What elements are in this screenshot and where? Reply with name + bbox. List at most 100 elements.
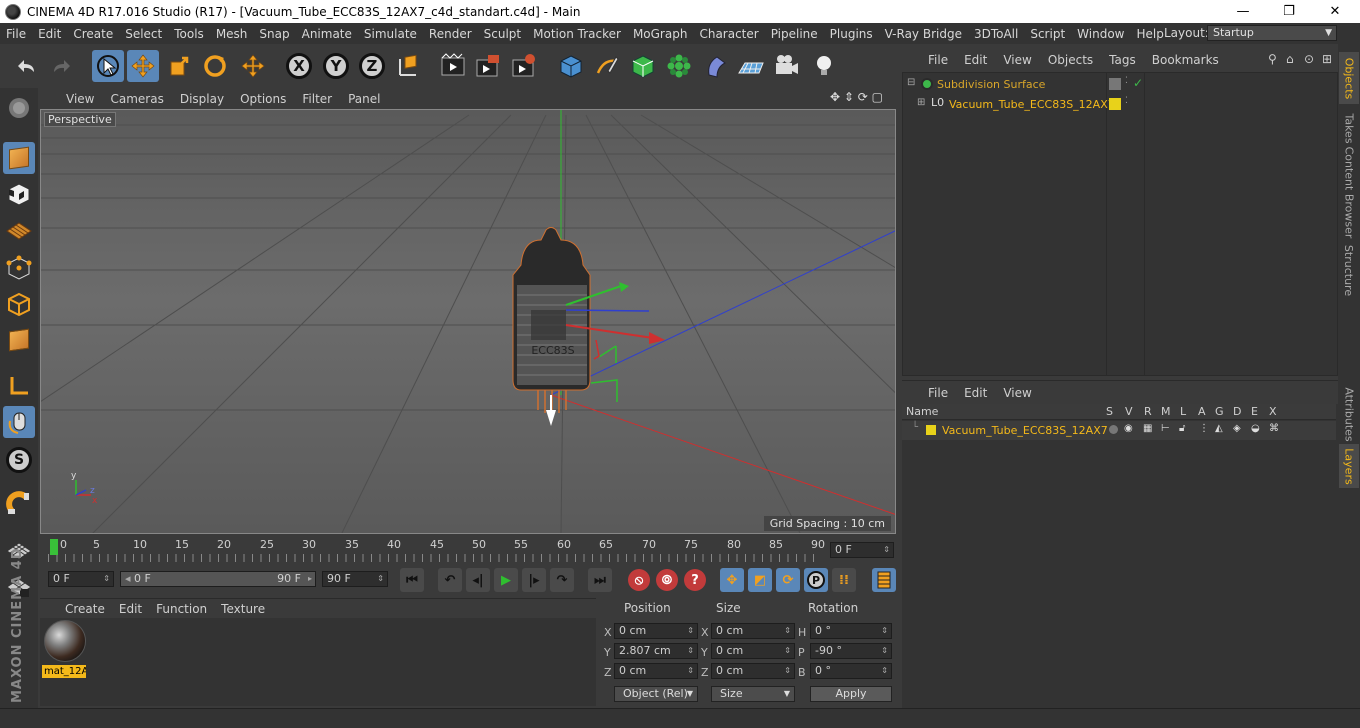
apply-button[interactable]: Apply	[810, 686, 892, 702]
object-menu-tags[interactable]: Tags	[1101, 53, 1144, 67]
object-row[interactable]: ⊟ Subdivision Surface ⁚ ✓	[903, 75, 1337, 94]
tab-layers[interactable]: Layers	[1339, 444, 1359, 488]
frame-range-slider[interactable]: ◂ 0 F 90 F ▸	[120, 571, 316, 587]
new-window-icon[interactable]: ⊞	[1322, 52, 1332, 66]
layer-col-name[interactable]: Name	[906, 405, 938, 418]
layout-select[interactable]: Startup ▼	[1207, 25, 1337, 41]
position-z-field[interactable]: 0 cm ⇕	[614, 663, 698, 679]
lock-icon[interactable]: 🔓︎	[1179, 423, 1185, 434]
layer-color-swatch[interactable]	[1109, 98, 1121, 110]
model-mode-icon[interactable]	[3, 142, 35, 174]
polygons-mode-icon[interactable]	[3, 324, 35, 356]
menu-create[interactable]: Create	[67, 27, 119, 41]
enabled-check-icon[interactable]: ✓	[1133, 76, 1143, 90]
menu-tools[interactable]: Tools	[168, 27, 210, 41]
make-editable-icon[interactable]	[3, 92, 35, 124]
size-y-field[interactable]: 0 cm ⇕	[711, 643, 795, 659]
z-axis-lock-button[interactable]: Z	[356, 50, 388, 82]
viewport-menu-filter[interactable]: Filter	[294, 92, 340, 106]
menu-edit[interactable]: Edit	[32, 27, 67, 41]
record-position-icon[interactable]: ✥	[720, 568, 744, 592]
viewport-navigation-icons[interactable]: ✥ ⇕ ⟳ ▢	[830, 90, 883, 104]
menu-mograph[interactable]: MoGraph	[627, 27, 694, 41]
axis-mode-icon[interactable]	[3, 370, 35, 402]
scale-tool-icon[interactable]	[163, 50, 195, 82]
menu-animate[interactable]: Animate	[296, 27, 358, 41]
object-name-vacuum-tube[interactable]: Vacuum_Tube_ECC83S_12AX7	[949, 98, 1115, 111]
perspective-viewport[interactable]: ECC83S y x z Perspective Grid Spacing: …	[40, 109, 896, 534]
spinner-icon[interactable]: ⇕	[881, 644, 888, 658]
menu-motion-tracker[interactable]: Motion Tracker	[527, 27, 627, 41]
cube-object-icon[interactable]	[555, 50, 587, 82]
playhead-marker[interactable]	[50, 539, 58, 555]
record-keys-icon[interactable]: ⦸	[628, 569, 650, 591]
layer-col-xref[interactable]: X	[1269, 405, 1277, 418]
timeline-window-icon[interactable]	[872, 568, 896, 592]
viewport-menu-panel[interactable]: Panel	[340, 92, 388, 106]
magnet-snap-icon[interactable]	[3, 488, 35, 520]
keyframe-selection-icon[interactable]: ?	[684, 569, 706, 591]
start-frame-field[interactable]: 0 F ⇕	[48, 571, 114, 587]
object-row[interactable]: ⊞ L0 Vacuum_Tube_ECC83S_12AX7 ⁚	[903, 95, 1337, 114]
tab-takes[interactable]: Takes	[1339, 108, 1359, 148]
redo-icon[interactable]	[46, 50, 78, 82]
layer-col-render[interactable]: R	[1144, 405, 1152, 418]
layer-name[interactable]: Vacuum_Tube_ECC83S_12AX7	[942, 424, 1108, 437]
expression-icon[interactable]: ◒	[1251, 423, 1260, 434]
cloner-mograph-icon[interactable]	[663, 50, 695, 82]
previous-keyframe-icon[interactable]: ↶	[438, 568, 462, 592]
render-to-picture-viewer-icon[interactable]	[472, 50, 504, 82]
search-icon[interactable]: ⚲	[1268, 52, 1277, 66]
workplane-mode-icon[interactable]	[3, 214, 35, 246]
spinner-icon[interactable]: ⇕	[103, 572, 110, 586]
menu-simulate[interactable]: Simulate	[358, 27, 423, 41]
size-mode-select[interactable]: Size ▼	[711, 686, 795, 702]
spinner-icon[interactable]: ⇕	[687, 644, 694, 658]
layer-col-view[interactable]: V	[1125, 405, 1133, 418]
deformer-icon[interactable]: ◈	[1233, 423, 1241, 434]
object-menu-view[interactable]: View	[995, 53, 1039, 67]
camera-object-icon[interactable]	[771, 50, 803, 82]
spinner-icon[interactable]: ⇕	[687, 664, 694, 678]
coordinate-system-icon[interactable]	[392, 50, 424, 82]
tab-attributes[interactable]: Attributes	[1339, 382, 1359, 446]
collapse-icon[interactable]: ⊟	[907, 77, 915, 88]
menu-snap[interactable]: Snap	[253, 27, 295, 41]
home-icon[interactable]: ⌂	[1286, 52, 1294, 66]
spinner-icon[interactable]: ⇕	[881, 664, 888, 678]
menu-pipeline[interactable]: Pipeline	[765, 27, 824, 41]
spinner-icon[interactable]: ⇕	[784, 624, 791, 638]
generator-icon[interactable]: ◭	[1215, 423, 1223, 434]
spinner-icon[interactable]: ⇕	[687, 624, 694, 638]
eye-icon[interactable]: ◉	[1124, 423, 1133, 434]
live-selection-icon[interactable]	[92, 50, 124, 82]
expand-icon[interactable]: ⊞	[917, 97, 925, 108]
layer-col-manager[interactable]: M	[1161, 405, 1171, 418]
tab-structure[interactable]: Structure	[1339, 242, 1359, 298]
timeline-ruler[interactable]: 0 5 10 15 20 25 30 35 40 45 50 55 60 65 …	[40, 536, 896, 566]
render-view-icon[interactable]	[437, 50, 469, 82]
object-name-subdivision-surface[interactable]: Subdivision Surface	[937, 78, 1045, 91]
go-to-start-icon[interactable]: ⏮	[400, 568, 424, 592]
spinner-icon[interactable]: ⇕	[883, 543, 890, 557]
rotation-p-field[interactable]: -90 ° ⇕	[810, 643, 892, 659]
spinner-icon[interactable]: ⇕	[881, 624, 888, 638]
manager-icon[interactable]: ⊢	[1161, 423, 1170, 434]
viewport-menu-display[interactable]: Display	[172, 92, 232, 106]
coordinate-mode-select[interactable]: Object (Rel) ▼	[614, 686, 698, 702]
play-forward-icon[interactable]: ▶	[494, 568, 518, 592]
menu-window[interactable]: Window	[1071, 27, 1130, 41]
minimize-button[interactable]: —	[1220, 0, 1266, 23]
layer-col-locked[interactable]: L	[1180, 405, 1186, 418]
menu-file[interactable]: File	[0, 27, 32, 41]
pen-spline-icon[interactable]	[591, 50, 623, 82]
layer-col-generators[interactable]: G	[1215, 405, 1224, 418]
layer-col-animation[interactable]: A	[1198, 405, 1206, 418]
go-to-end-icon[interactable]: ⏭	[588, 568, 612, 592]
next-keyframe-icon[interactable]: ↷	[550, 568, 574, 592]
viewport-menu-cameras[interactable]: Cameras	[102, 92, 171, 106]
size-x-field[interactable]: 0 cm ⇕	[711, 623, 795, 639]
tab-objects[interactable]: Objects	[1339, 52, 1359, 104]
edges-mode-icon[interactable]	[3, 288, 35, 320]
layer-menu-view[interactable]: View	[995, 386, 1039, 400]
